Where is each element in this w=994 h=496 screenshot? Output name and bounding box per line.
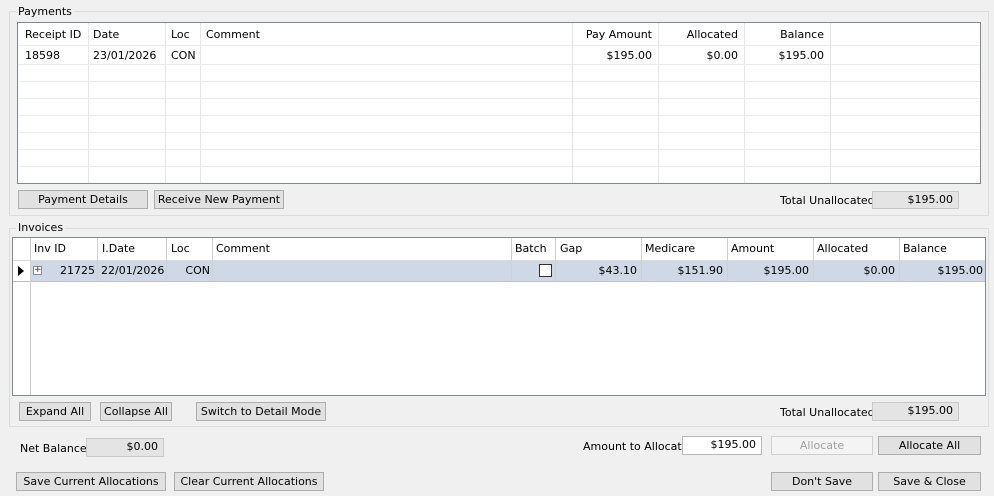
col-header-allocated[interactable]: Allocated — [817, 242, 868, 256]
col-header-i-date[interactable]: I.Date — [102, 242, 135, 256]
invoices-total-unallocated-value: $195.00 — [872, 402, 959, 421]
col-header-comment[interactable]: Comment — [206, 28, 260, 42]
payment-details-button[interactable]: Payment Details — [18, 190, 148, 209]
gap-cell: $43.10 — [598, 264, 638, 277]
inv-id-cell: 21725 — [60, 264, 95, 277]
medicare-cell: $151.90 — [677, 264, 724, 277]
net-balance-label: Net Balance — [20, 442, 87, 455]
row-pointer-icon — [18, 266, 24, 276]
col-header-loc[interactable]: Loc — [171, 28, 190, 42]
save-close-button[interactable]: Save & Close — [878, 472, 981, 491]
loc-cell: CON — [171, 49, 196, 62]
amount-to-allocate-label: Amount to Allocate — [583, 440, 689, 453]
expand-all-button[interactable]: Expand All — [19, 402, 91, 421]
col-header-receipt-id[interactable]: Receipt ID — [25, 28, 81, 42]
invoices-group-title: Invoices — [16, 221, 66, 234]
clear-current-allocations-button[interactable]: Clear Current Allocations — [174, 472, 324, 491]
amount-cell: $195.00 — [763, 264, 810, 277]
allocate-button[interactable]: Allocate — [771, 436, 873, 455]
expand-row-icon[interactable]: + — [33, 266, 42, 275]
col-header-loc[interactable]: Loc — [171, 242, 190, 256]
col-header-balance[interactable]: Balance — [903, 242, 947, 256]
receipt-id-cell: 18598 — [25, 49, 60, 62]
col-header-comment[interactable]: Comment — [216, 242, 270, 256]
loc-cell: CON — [185, 264, 210, 277]
col-header-medicare[interactable]: Medicare — [645, 242, 695, 256]
col-header-pay-amount[interactable]: Pay Amount — [574, 28, 652, 42]
allocated-cell: $0.00 — [863, 264, 896, 277]
col-header-batch[interactable]: Batch — [515, 242, 547, 256]
date-cell: 23/01/2026 — [93, 49, 157, 62]
net-balance-value: $0.00 — [86, 438, 164, 457]
col-header-gap[interactable]: Gap — [560, 242, 582, 256]
col-header-date[interactable]: Date — [93, 28, 119, 42]
payments-total-unallocated-value: $195.00 — [872, 191, 959, 209]
i-date-cell: 22/01/2026 — [101, 264, 165, 277]
table-row[interactable]: + 21725 22/01/2026 CON $43.10 $151.90 $1… — [30, 261, 985, 281]
col-header-balance[interactable]: Balance — [746, 28, 824, 42]
payments-total-unallocated-label: Total Unallocated — [780, 194, 875, 207]
switch-detail-mode-button[interactable]: Switch to Detail Mode — [196, 402, 326, 421]
invoices-total-unallocated-label: Total Unallocated — [780, 406, 875, 419]
dont-save-button[interactable]: Don't Save — [771, 472, 873, 491]
invoices-grid[interactable]: Inv ID I.Date Loc Comment Batch Gap Medi… — [12, 237, 986, 396]
collapse-all-button[interactable]: Collapse All — [100, 402, 172, 421]
pay-amount-cell: $195.00 — [606, 49, 653, 62]
receive-new-payment-button[interactable]: Receive New Payment — [154, 190, 284, 209]
table-row[interactable]: 18598 23/01/2026 CON $195.00 $0.00 $195.… — [18, 46, 980, 64]
balance-cell: $195.00 — [937, 264, 984, 277]
balance-cell: $195.00 — [778, 49, 825, 62]
payments-grid[interactable]: Receipt ID Date Loc Comment Pay Amount A… — [17, 22, 981, 184]
col-header-allocated[interactable]: Allocated — [660, 28, 738, 42]
payments-group-title: Payments — [16, 5, 74, 18]
col-header-amount[interactable]: Amount — [731, 242, 774, 256]
batch-checkbox[interactable] — [539, 264, 552, 277]
allocated-cell: $0.00 — [706, 49, 739, 62]
allocate-all-button[interactable]: Allocate All — [878, 436, 981, 455]
amount-to-allocate-input[interactable]: $195.00 — [682, 436, 762, 455]
save-current-allocations-button[interactable]: Save Current Allocations — [16, 472, 166, 491]
col-header-inv-id[interactable]: Inv ID — [34, 242, 66, 256]
